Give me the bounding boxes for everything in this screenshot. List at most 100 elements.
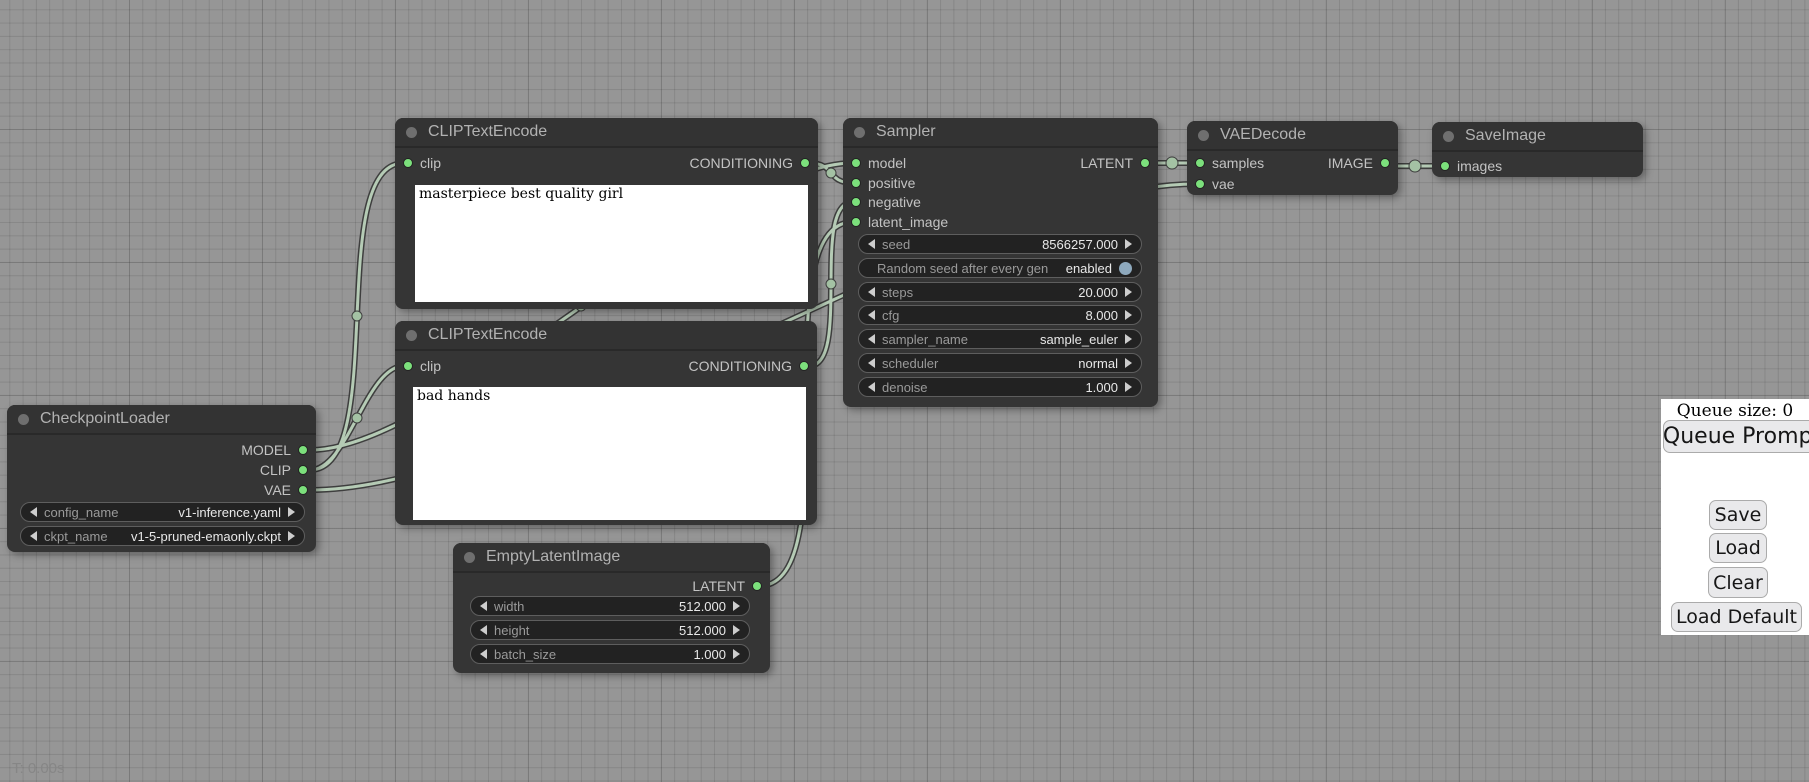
save-button[interactable]: Save <box>1709 500 1767 530</box>
collapse-dot-icon[interactable] <box>1198 130 1209 141</box>
increment-arrow-icon[interactable] <box>1125 287 1132 297</box>
input-slot-vae[interactable]: vae <box>1187 175 1398 193</box>
decrement-arrow-icon[interactable] <box>868 310 875 320</box>
decrement-arrow-icon[interactable] <box>868 287 875 297</box>
widget-ckpt-name[interactable]: ckpt_name v1-5-pruned-emaonly.ckpt <box>20 526 305 546</box>
output-dot[interactable] <box>1140 158 1150 168</box>
node-header[interactable]: CLIPTextEncode <box>395 321 817 351</box>
input-slot-negative[interactable]: negative <box>843 193 1158 211</box>
decrement-arrow-icon[interactable] <box>30 507 37 517</box>
widget-cfg[interactable]: cfg 8.000 <box>858 305 1142 325</box>
node-vae-decode[interactable]: VAEDecode samples vae IMAGE <box>1187 121 1398 195</box>
input-slot-latent-image[interactable]: latent_image <box>843 213 1158 231</box>
decrement-arrow-icon[interactable] <box>868 239 875 249</box>
node-clip-text-encode-negative[interactable]: CLIPTextEncode clip CONDITIONING bad han… <box>395 321 817 525</box>
output-slot-clip[interactable]: CLIP <box>7 461 316 479</box>
collapse-dot-icon[interactable] <box>854 127 865 138</box>
widget-steps[interactable]: steps 20.000 <box>858 282 1142 302</box>
input-dot[interactable] <box>851 197 861 207</box>
output-slot-conditioning[interactable]: CONDITIONING <box>395 357 817 375</box>
output-slot-latent[interactable]: LATENT <box>843 154 1158 172</box>
widget-seed[interactable]: seed 8566257.000 <box>858 234 1142 254</box>
increment-arrow-icon[interactable] <box>1125 382 1132 392</box>
input-dot[interactable] <box>1440 161 1450 171</box>
load-button[interactable]: Load <box>1709 533 1767 563</box>
input-dot[interactable] <box>851 178 861 188</box>
queue-panel: Queue size: 0 Queue Prompt Save Load Cle… <box>1661 399 1809 635</box>
node-clip-text-encode-positive[interactable]: CLIPTextEncode clip CONDITIONING masterp… <box>395 118 818 309</box>
input-dot[interactable] <box>1195 179 1205 189</box>
increment-arrow-icon[interactable] <box>1125 358 1132 368</box>
increment-arrow-icon[interactable] <box>288 507 295 517</box>
link-midpoint-dot[interactable] <box>352 311 362 321</box>
negative-prompt-textarea[interactable]: bad hands <box>413 387 806 520</box>
toggle-dot-icon[interactable] <box>1119 262 1132 275</box>
increment-arrow-icon[interactable] <box>733 625 740 635</box>
collapse-dot-icon[interactable] <box>464 552 475 563</box>
output-dot[interactable] <box>800 158 810 168</box>
node-header[interactable]: CLIPTextEncode <box>395 118 818 148</box>
widget-scheduler[interactable]: scheduler normal <box>858 353 1142 373</box>
increment-arrow-icon[interactable] <box>1125 334 1132 344</box>
collapse-dot-icon[interactable] <box>406 330 417 341</box>
output-slot-image[interactable]: IMAGE <box>1187 154 1398 172</box>
positive-prompt-textarea[interactable]: masterpiece best quality girl <box>415 185 808 302</box>
node-header[interactable]: CheckpointLoader <box>7 405 316 435</box>
output-dot[interactable] <box>1380 158 1390 168</box>
widget-random-seed-toggle[interactable]: Random seed after every gen enabled <box>858 258 1142 278</box>
widget-sampler-name[interactable]: sampler_name sample_euler <box>858 329 1142 349</box>
increment-arrow-icon[interactable] <box>733 649 740 659</box>
output-dot[interactable] <box>298 465 308 475</box>
output-dot[interactable] <box>298 445 308 455</box>
output-slot-latent[interactable]: LATENT <box>453 577 770 595</box>
decrement-arrow-icon[interactable] <box>480 649 487 659</box>
collapse-dot-icon[interactable] <box>18 414 29 425</box>
node-save-image[interactable]: SaveImage images <box>1432 122 1643 177</box>
node-empty-latent-image[interactable]: EmptyLatentImage LATENT width 512.000 he… <box>453 543 770 673</box>
decrement-arrow-icon[interactable] <box>868 358 875 368</box>
load-default-button[interactable]: Load Default <box>1671 602 1802 632</box>
comfyui-canvas[interactable]: { "colors":{"slot_green":"#7ce07c","wire… <box>0 0 1809 782</box>
decrement-arrow-icon[interactable] <box>868 334 875 344</box>
node-header[interactable]: SaveImage <box>1432 122 1643 152</box>
decrement-arrow-icon[interactable] <box>480 625 487 635</box>
widget-denoise[interactable]: denoise 1.000 <box>858 377 1142 397</box>
output-dot[interactable] <box>752 581 762 591</box>
widget-width[interactable]: width 512.000 <box>470 596 750 616</box>
link-midpoint-dot[interactable] <box>826 168 836 178</box>
output-slot-vae[interactable]: VAE <box>7 481 316 499</box>
input-dot[interactable] <box>851 217 861 227</box>
decrement-arrow-icon[interactable] <box>868 382 875 392</box>
decrement-arrow-icon[interactable] <box>30 531 37 541</box>
collapse-dot-icon[interactable] <box>406 127 417 138</box>
collapse-dot-icon[interactable] <box>1443 131 1454 142</box>
widget-height[interactable]: height 512.000 <box>470 620 750 640</box>
link-midpoint-dot[interactable] <box>1166 157 1178 169</box>
link-midpoint-dot[interactable] <box>1409 160 1421 172</box>
input-slot-positive[interactable]: positive <box>843 174 1158 192</box>
widget-config-name[interactable]: config_name v1-inference.yaml <box>20 502 305 522</box>
output-slot-model[interactable]: MODEL <box>7 441 316 459</box>
node-title: CLIPTextEncode <box>428 326 547 344</box>
node-sampler[interactable]: Sampler model positive negative latent_i… <box>843 118 1158 407</box>
node-title: CLIPTextEncode <box>428 123 547 141</box>
output-slot-conditioning[interactable]: CONDITIONING <box>395 154 818 172</box>
output-dot[interactable] <box>298 485 308 495</box>
node-header[interactable]: EmptyLatentImage <box>453 543 770 573</box>
node-header[interactable]: VAEDecode <box>1187 121 1398 151</box>
increment-arrow-icon[interactable] <box>1125 239 1132 249</box>
queue-prompt-button[interactable]: Queue Prompt <box>1663 420 1809 453</box>
node-checkpoint-loader[interactable]: CheckpointLoader MODEL CLIP VAE config_n… <box>7 405 316 552</box>
output-dot[interactable] <box>799 361 809 371</box>
widget-batch-size[interactable]: batch_size 1.000 <box>470 644 750 664</box>
increment-arrow-icon[interactable] <box>733 601 740 611</box>
input-slot-images[interactable]: images <box>1432 157 1643 175</box>
decrement-arrow-icon[interactable] <box>480 601 487 611</box>
queue-size-label: Queue size: 0 <box>1661 401 1809 421</box>
link-midpoint-dot[interactable] <box>352 413 362 423</box>
clear-button[interactable]: Clear <box>1708 567 1768 598</box>
increment-arrow-icon[interactable] <box>1125 310 1132 320</box>
link-midpoint-dot[interactable] <box>826 279 836 289</box>
node-header[interactable]: Sampler <box>843 118 1158 148</box>
increment-arrow-icon[interactable] <box>288 531 295 541</box>
